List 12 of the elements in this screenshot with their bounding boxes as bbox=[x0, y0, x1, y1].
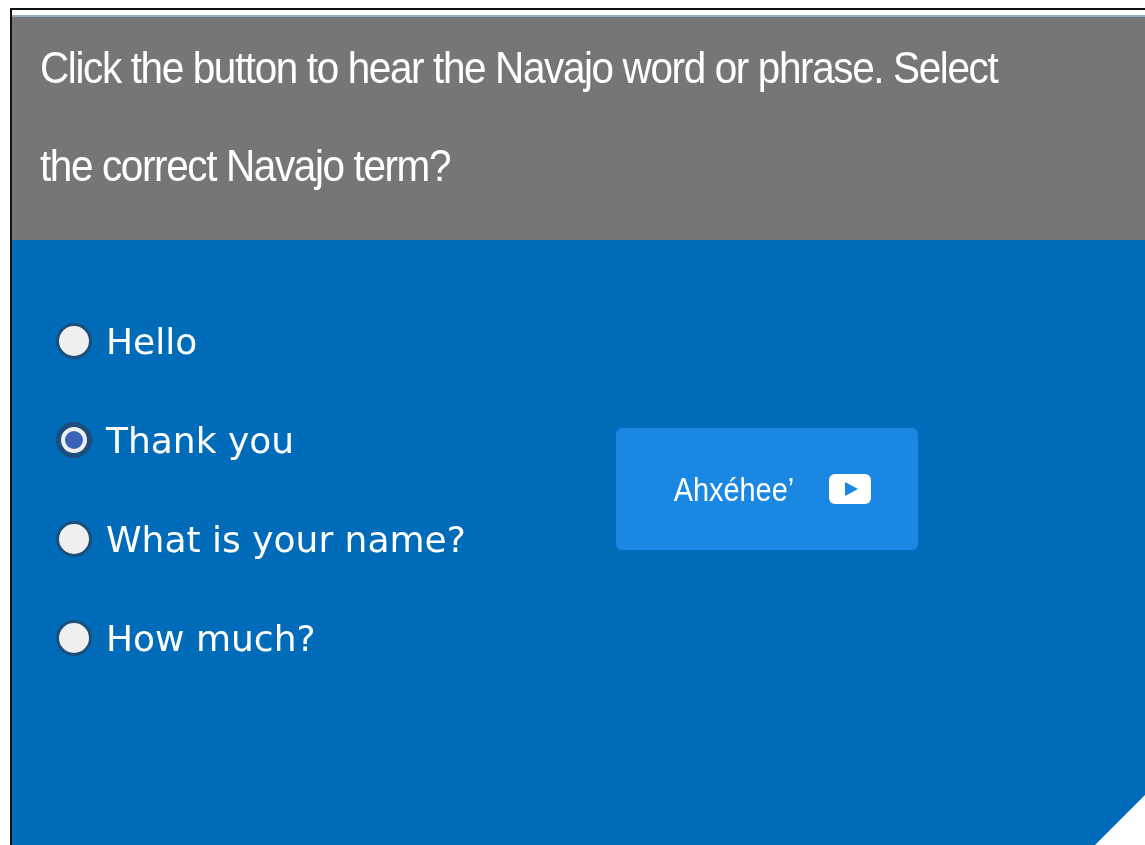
answer-option[interactable]: Thank you bbox=[56, 417, 466, 463]
question-text: Click the button to hear the Navajo word or phrase. Select the correct Navajo term? bbox=[40, 42, 999, 192]
page-corner bbox=[1095, 795, 1145, 845]
play-icon bbox=[828, 474, 871, 504]
radio-button[interactable] bbox=[56, 323, 92, 359]
radio-button[interactable] bbox=[56, 521, 92, 557]
answer-option[interactable]: What is your name? bbox=[56, 516, 466, 562]
answer-option[interactable]: How much? bbox=[56, 615, 466, 661]
answer-option[interactable]: Hello bbox=[56, 318, 466, 364]
audio-button[interactable]: Ahxéhee’ bbox=[615, 428, 918, 550]
radio-button[interactable] bbox=[56, 422, 92, 458]
radio-button[interactable] bbox=[56, 620, 92, 656]
